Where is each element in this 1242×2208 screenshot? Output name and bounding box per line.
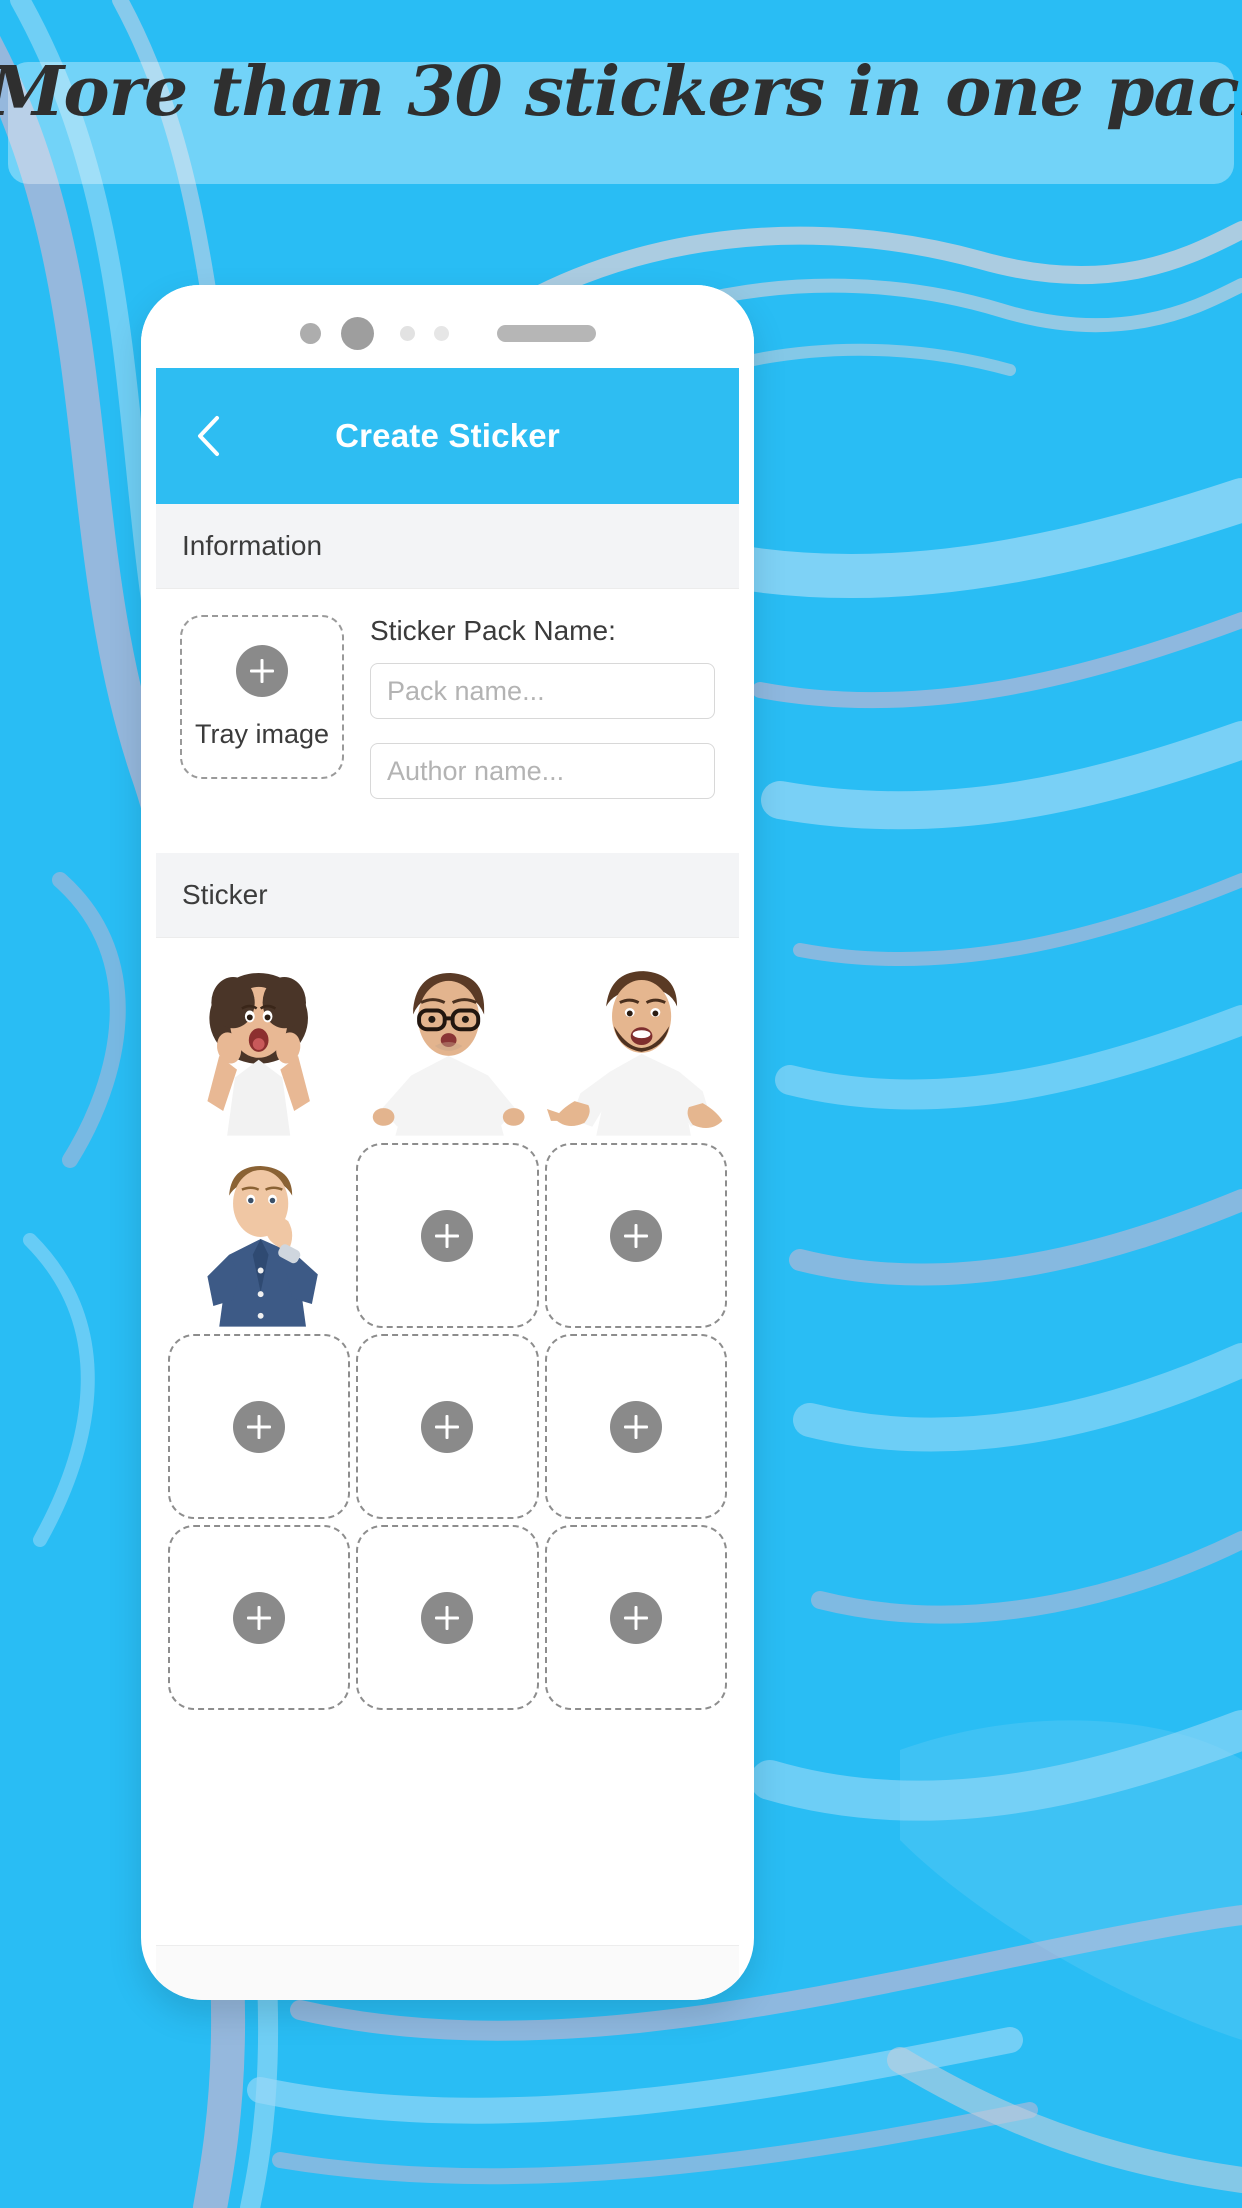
add-sticker-slot[interactable] xyxy=(356,1334,539,1519)
sensor-dot-small-icon xyxy=(433,326,449,341)
add-sticker-slot[interactable] xyxy=(356,1525,539,1710)
sticker-grid xyxy=(156,938,739,1710)
sticker-image xyxy=(168,1144,351,1327)
phone-top-bezel xyxy=(141,285,754,368)
home-indicator-bar xyxy=(156,1945,739,2000)
sticker-image xyxy=(356,953,539,1136)
camera-dot-icon xyxy=(299,323,321,344)
promo-headline: More than 30 stickers in one pack xyxy=(0,52,1242,132)
sticker-image xyxy=(168,953,351,1136)
chevron-left-icon xyxy=(198,416,219,456)
plus-icon xyxy=(233,1591,286,1644)
sticker-image xyxy=(544,953,727,1136)
speaker-grille-icon xyxy=(496,325,596,342)
sticker-boy-surprised[interactable] xyxy=(168,1143,351,1328)
tray-image-picker[interactable]: Tray image xyxy=(180,615,344,779)
plus-icon xyxy=(421,1400,474,1453)
plus-icon xyxy=(233,1400,286,1453)
back-button[interactable] xyxy=(186,413,232,459)
add-sticker-slot[interactable] xyxy=(168,1334,351,1519)
sensor-dot-small-icon xyxy=(399,326,415,341)
pack-name-input[interactable] xyxy=(370,663,715,719)
sensor-row xyxy=(141,317,754,350)
sticker-woman-shocked[interactable] xyxy=(168,952,351,1137)
tray-image-label: Tray image xyxy=(194,718,330,749)
pack-name-label: Sticker Pack Name: xyxy=(370,615,616,646)
pack-fields: Sticker Pack Name: xyxy=(370,615,715,823)
phone-mockup: Create Sticker Information Tray image St… xyxy=(141,285,754,2000)
section-header-sticker: Sticker xyxy=(156,853,739,938)
add-sticker-slot[interactable] xyxy=(544,1143,727,1328)
plus-icon xyxy=(421,1591,474,1644)
sticker-man-glasses-angry[interactable] xyxy=(356,952,539,1137)
plus-icon xyxy=(421,1209,474,1262)
plus-icon xyxy=(609,1209,662,1262)
add-sticker-slot[interactable] xyxy=(356,1143,539,1328)
add-sticker-slot[interactable] xyxy=(168,1525,351,1710)
author-name-input[interactable] xyxy=(370,743,715,799)
add-sticker-slot[interactable] xyxy=(544,1334,727,1519)
phone-screen: Create Sticker Information Tray image St… xyxy=(156,368,739,1938)
app-bar: Create Sticker xyxy=(156,368,739,504)
information-form: Tray image Sticker Pack Name: xyxy=(156,589,739,853)
speaker-dot-large-icon xyxy=(340,317,374,350)
plus-icon xyxy=(609,1591,662,1644)
sticker-man-beard-pointing[interactable] xyxy=(544,952,727,1137)
plus-icon xyxy=(609,1400,662,1453)
plus-icon xyxy=(236,644,288,697)
page-title: Create Sticker xyxy=(335,417,560,454)
add-sticker-slot[interactable] xyxy=(544,1525,727,1710)
section-header-information: Information xyxy=(156,504,739,589)
